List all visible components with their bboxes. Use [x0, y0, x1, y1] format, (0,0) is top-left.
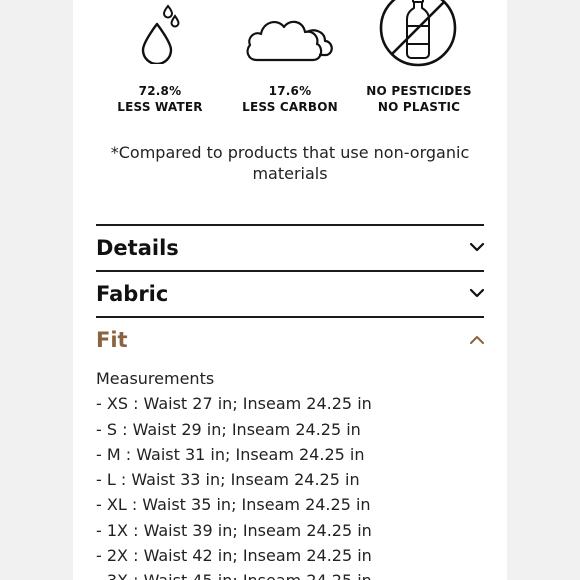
measurement-row: - 3X : Waist 45 in; Inseam 24.25 in — [96, 568, 476, 580]
measurement-row: - 2X : Waist 42 in; Inseam 24.25 in — [96, 546, 372, 566]
divider — [96, 316, 484, 318]
chevron-down-icon[interactable] — [469, 287, 485, 299]
measurement-row: - 1X : Waist 39 in; Inseam 24.25 in — [96, 520, 372, 540]
divider — [96, 224, 484, 226]
accordion-fit-title[interactable]: Fit — [96, 328, 128, 352]
cloud-icon — [246, 20, 333, 62]
chevron-down-icon[interactable] — [469, 241, 485, 253]
no-plastic-bottle-icon — [379, 0, 457, 67]
accordion-fabric-title[interactable]: Fabric — [96, 282, 168, 306]
eco-stat-value: 17.6% — [268, 84, 312, 98]
eco-stat-value: NO PESTICIDES — [366, 84, 472, 98]
accordion-details-title[interactable]: Details — [96, 236, 179, 260]
fit-measurements: Measurements - XS : Waist 27 in; Inseam … — [96, 366, 476, 580]
measurements-heading: Measurements — [96, 369, 215, 388]
chevron-up-icon[interactable] — [469, 334, 485, 346]
measurement-row: - XL : Waist 35 in; Inseam 24.25 in — [96, 495, 371, 515]
measurement-row: - L : Waist 33 in; Inseam 24.25 in — [96, 470, 360, 490]
eco-footnote: *Compared to products that use non-organ… — [110, 143, 470, 183]
measurement-row: - S : Waist 29 in; Inseam 24.25 in — [96, 419, 361, 439]
divider — [96, 270, 484, 272]
water-drop-icon — [141, 4, 180, 64]
product-info-panel: 72.8% LESS WATER 17.6% LESS CARBON NO PE… — [73, 0, 507, 580]
measurement-row: - M : Waist 31 in; Inseam 24.25 in — [96, 444, 365, 464]
eco-stat-label: LESS WATER — [117, 100, 203, 114]
eco-stat-label: LESS CARBON — [242, 100, 338, 114]
eco-stat-value: 72.8% — [138, 84, 182, 98]
measurement-row: - XS : Waist 27 in; Inseam 24.25 in — [96, 394, 372, 414]
eco-stat-label: NO PLASTIC — [377, 100, 461, 114]
